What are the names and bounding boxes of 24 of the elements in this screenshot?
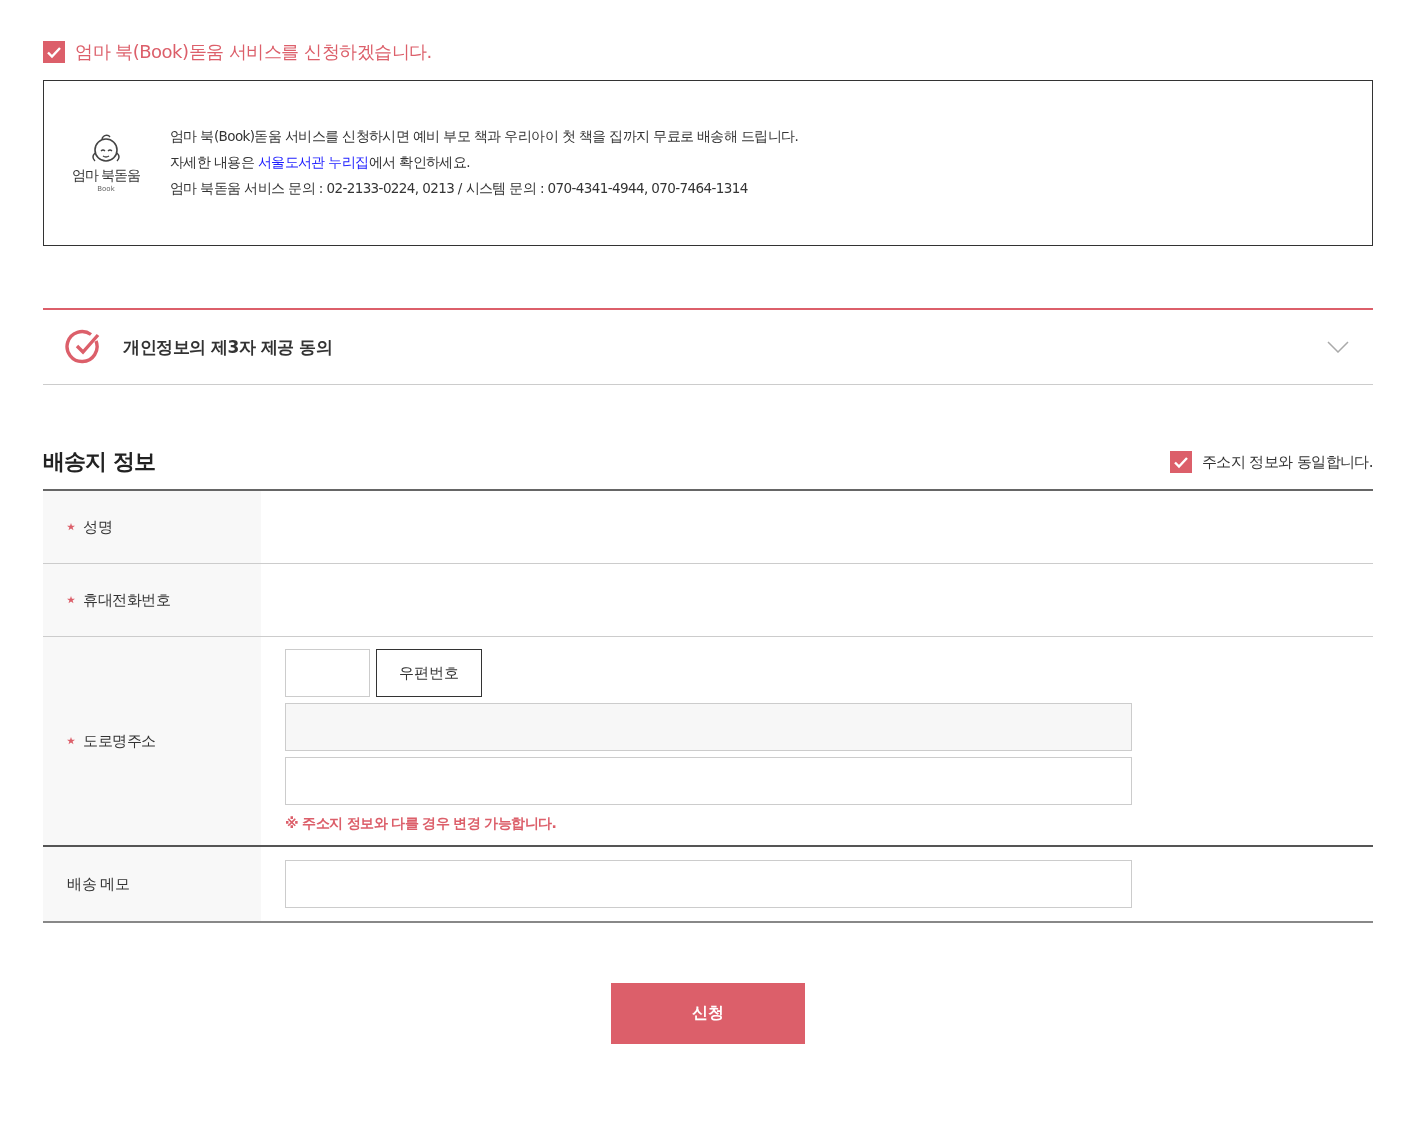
field-label: 휴대전화번호 [83,590,170,610]
info-text: 엄마 북(Book)돋움 서비스를 신청하시면 예비 부모 책과 우리아이 첫 책을 집까지 무료로 배송해 드립니다. [170,128,799,146]
field-label: 배송 메모 [67,874,130,894]
checkbox[interactable] [43,41,65,63]
field-label: 성명 [83,517,112,537]
library-link[interactable]: 서울도서관 누리집 [257,154,369,170]
info-text: 엄마 북돋움 서비스 문의 : 02-2133-0224, 0213 / 시스템 문의 : 070-4341-4944, 070-7464-1314 [170,180,749,198]
checkbox-label[interactable]: 주소지 정보와 동일합니다. [1202,452,1373,472]
submit-button[interactable]: 신청 [611,983,805,1044]
address-field[interactable] [285,703,1132,751]
logo-title: 엄마 북돋움 [71,167,141,185]
postcode-button[interactable]: 우편번호 [376,649,482,697]
consent-label[interactable]: 엄마 북(Book)돋움 서비스를 신청하겠습니다. [75,40,432,64]
info-text: 자세한 내용은 서울도서관 누리집 에서 확인하세요. [170,154,471,172]
address-detail-field[interactable] [285,757,1132,805]
accordion-title: 개인정보의 제3자 제공 동의 [123,335,334,359]
accordion-header[interactable]: 개인정보의 제3자 제공 동의 [43,308,1373,385]
memo-field[interactable] [285,860,1132,908]
checkbox[interactable] [1170,451,1193,473]
postcode-field[interactable] [285,649,370,697]
chevron-icon [1327,341,1349,353]
address-note: ※ 주소지 정보와 다를 경우 변경 가능합니다. [285,815,558,833]
field-label: 도로명주소 [83,731,156,751]
section-title: 배송지 정보 [43,448,155,476]
